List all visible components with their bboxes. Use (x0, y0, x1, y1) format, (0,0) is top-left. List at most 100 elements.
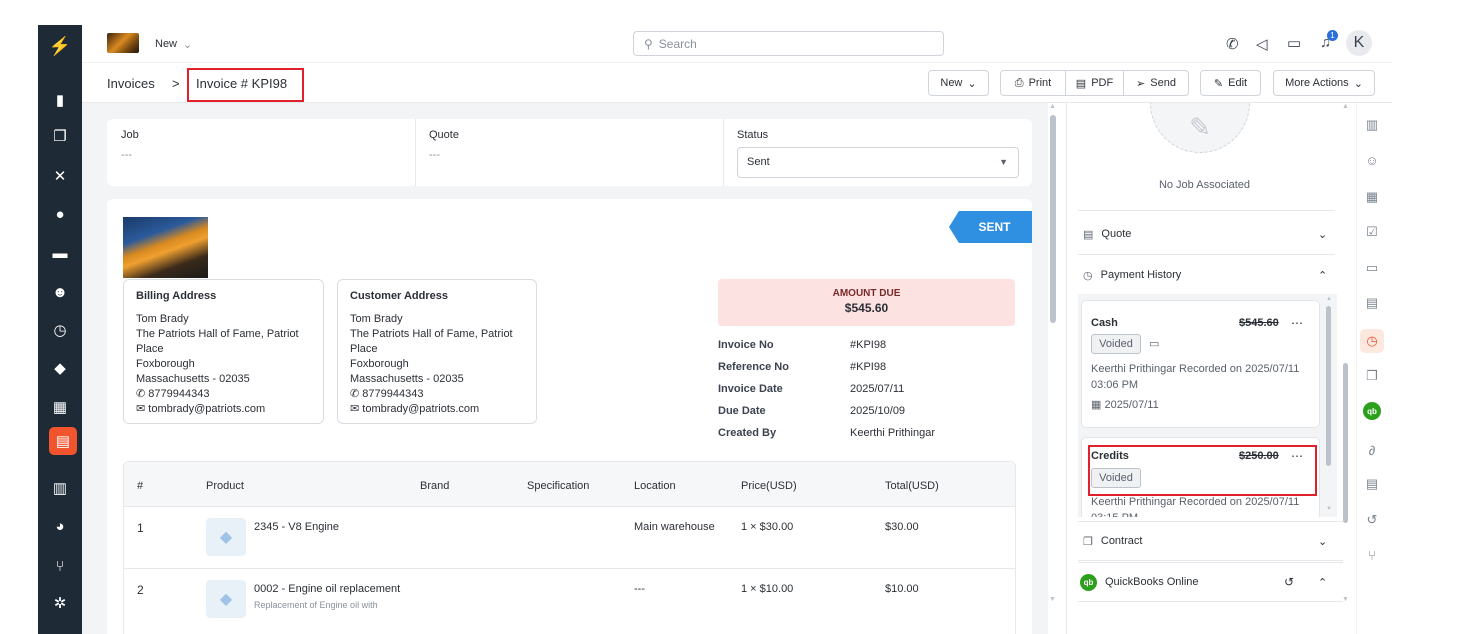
printer-icon: ⎙ (1014, 76, 1024, 89)
job-value: --- (121, 149, 132, 161)
payment-clock-icon: ◷ (1083, 269, 1093, 282)
detail-value: #KPI98 (850, 361, 887, 373)
briefcase-icon[interactable]: ● (38, 201, 82, 227)
phone-icon[interactable]: ✆ (1226, 35, 1239, 53)
avatar[interactable]: K (1346, 30, 1372, 56)
payment-history-header[interactable]: ◷ Payment History ⌃ (1078, 255, 1343, 295)
print-label: Print (1028, 77, 1052, 89)
left-nav: ⚡ ▮ ❐ ✕ ● ▬ ☻ ◷ ◆ ▦ ▤ ▥ ◕ ⑂ ✲ (38, 25, 82, 634)
status-select[interactable]: Sent ▼ (737, 147, 1019, 178)
briefcase-icon[interactable]: ▭ (1363, 259, 1381, 277)
chevron-down-icon: ⌄ (183, 39, 193, 51)
map-icon[interactable]: ▦ (38, 394, 82, 420)
scroll-up-icon[interactable]: ▲ (1049, 103, 1056, 110)
voided-badge: Voided (1091, 334, 1141, 354)
new-menu-label: New (155, 38, 178, 50)
contract-section-header[interactable]: ❐ Contract ⌄ (1078, 521, 1343, 561)
office-icon[interactable]: ▦ (1363, 188, 1381, 206)
notes-icon[interactable]: ▤ (1363, 475, 1381, 493)
quickbooks-logo-icon: qb (1080, 573, 1097, 591)
header-cell: Specification (527, 480, 590, 492)
product-total: $30.00 (885, 521, 919, 533)
payment-date: 2025/07/11 (1104, 399, 1159, 411)
history-icon[interactable]: ↺ (1363, 511, 1381, 529)
side-panel-scrollbar[interactable] (1343, 363, 1348, 523)
customer-line2: Place (350, 343, 378, 355)
receipt-icon[interactable]: ▭ (1149, 337, 1159, 350)
scroll-down-icon[interactable]: ▼ (1326, 506, 1332, 512)
quickbooks-label: QuickBooks Online (1105, 576, 1199, 588)
header-cell: Product (206, 480, 244, 492)
breadcrumb-root[interactable]: Invoices (107, 76, 155, 91)
copy-icon[interactable]: ❐ (1363, 367, 1381, 385)
documents-icon[interactable]: ▥ (38, 475, 82, 501)
calendar-icon[interactable]: ▬ (38, 240, 82, 266)
edit-button[interactable]: ✎ Edit (1200, 70, 1261, 96)
chevron-down-icon: ⌄ (1353, 77, 1363, 90)
table-row[interactable] (124, 507, 1015, 569)
row-number: 2 (137, 583, 144, 597)
file-icon: ▤ (1075, 77, 1087, 90)
building-icon[interactable]: ▥ (1363, 116, 1381, 134)
scroll-up-icon[interactable]: ▲ (1342, 103, 1349, 110)
product-thumbnail-icon: ◆ (206, 580, 246, 618)
main-scrollbar[interactable] (1050, 115, 1056, 323)
pdf-label: PDF (1091, 77, 1114, 89)
payment-history-label: Payment History (1100, 269, 1182, 281)
detail-key: Created By (718, 427, 777, 439)
history-icon[interactable]: ↺ (1284, 575, 1294, 589)
dashboard-icon[interactable]: ▮ (38, 87, 82, 113)
print-button[interactable]: ⎙ Print (1000, 70, 1066, 96)
clipboard-icon[interactable]: ☑ (1363, 223, 1381, 241)
tools-icon[interactable]: ✕ (38, 163, 82, 189)
more-options-icon[interactable]: ⋯ (1291, 316, 1303, 330)
scroll-down-icon[interactable]: ▼ (1049, 596, 1056, 603)
quote-value: --- (429, 149, 440, 161)
invoice-icon[interactable]: ▤ (49, 427, 77, 455)
chat-icon[interactable]: ▭ (1287, 34, 1301, 52)
breadcrumb-separator: > (172, 76, 180, 91)
brand-logo-icon[interactable]: ⚡ (38, 33, 82, 59)
customer-phone: 8779944343 (362, 388, 424, 400)
quickbooks-section-header[interactable]: qb QuickBooks Online ↺ ⌃ (1078, 562, 1343, 602)
contacts-icon[interactable]: ☺ (1363, 151, 1381, 169)
paperclip-icon[interactable]: ∂ (1363, 441, 1381, 459)
new-menu[interactable]: New ⌄ (155, 38, 192, 51)
users-icon[interactable]: ☻ (38, 279, 82, 305)
no-job-text: No Job Associated (1158, 179, 1251, 191)
edit-label: Edit (1228, 77, 1248, 89)
workflow-icon[interactable]: ⑂ (38, 553, 82, 579)
customer-city: Foxborough (350, 358, 409, 370)
payment-history-rail-icon[interactable]: ◷ (1360, 329, 1384, 353)
more-actions-button[interactable]: More Actions ⌄ (1273, 70, 1375, 96)
settings-icon[interactable]: ✲ (38, 590, 82, 616)
product-name[interactable]: 2345 - V8 Engine (254, 521, 339, 533)
workflow-icon[interactable]: ⑂ (1363, 546, 1381, 564)
search-input[interactable]: ⚲ Search (633, 31, 944, 56)
quote-section-header[interactable]: ▤ Quote ⌄ (1078, 214, 1343, 254)
clock-icon[interactable]: ◷ (38, 317, 82, 343)
chevron-down-icon: ⌄ (967, 77, 977, 90)
status-value: Sent (747, 156, 770, 168)
summary-panel: Job --- Quote --- Status Sent ▼ (107, 119, 1032, 186)
send-button[interactable]: ➢ Send (1123, 70, 1189, 96)
new-button[interactable]: New ⌄ (928, 70, 989, 96)
amount-due-box: AMOUNT DUE $545.60 (718, 279, 1015, 326)
scroll-down-icon[interactable]: ▼ (1342, 596, 1349, 603)
quickbooks-rail-icon[interactable]: qb (1363, 402, 1381, 420)
pie-chart-icon[interactable]: ◕ (38, 513, 82, 539)
send-icon: ➢ (1136, 77, 1146, 90)
document-icon[interactable]: ▤ (1363, 294, 1381, 312)
copy-icon[interactable]: ❐ (38, 123, 82, 149)
scroll-up-icon[interactable]: ▲ (1326, 296, 1332, 302)
product-name[interactable]: 0002 - Engine oil replacement (254, 583, 400, 595)
customer-state: Massachusetts - 02035 (350, 373, 464, 385)
tag-icon[interactable]: ◆ (38, 355, 82, 381)
payment-scrollbar[interactable] (1326, 306, 1331, 466)
megaphone-icon[interactable]: ◁ (1256, 35, 1268, 53)
product-thumbnail-icon: ◆ (206, 518, 246, 556)
pdf-button[interactable]: ▤ PDF (1065, 70, 1124, 96)
payment-method: Cash (1091, 317, 1118, 329)
divider (723, 119, 724, 186)
billing-phone: 8779944343 (148, 388, 210, 400)
